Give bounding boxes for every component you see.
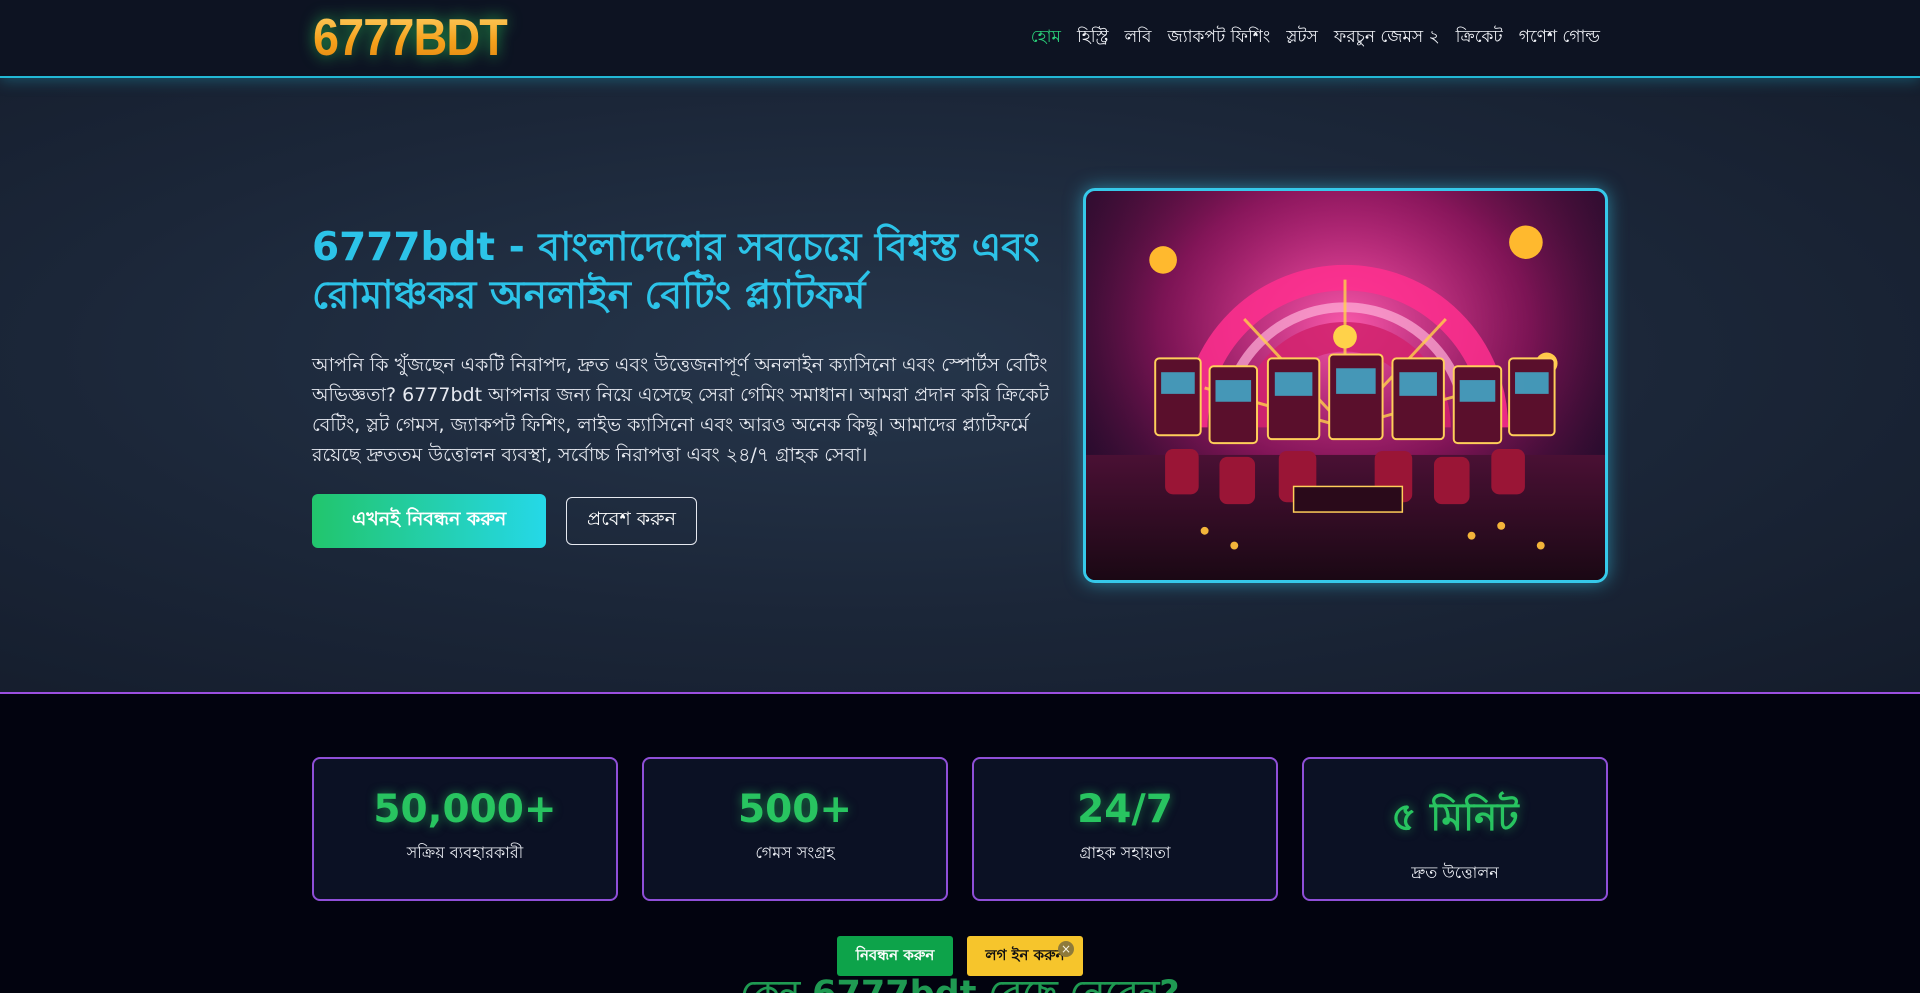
enter-button[interactable]: প্রবেশ করুন	[566, 497, 697, 545]
casino-hero-image	[1083, 188, 1608, 583]
nav-item-history[interactable]: হিস্ট্রি	[1077, 24, 1109, 52]
hero-title: 6777bdt - বাংলাদেশের সবচেয়ে বিশ্বস্ত এব…	[312, 225, 1040, 318]
nav-item-fortune-gems-2[interactable]: ফরচুন জেমস ২	[1334, 24, 1440, 52]
hero-description: আপনি কি খুঁজছেন একটি নিরাপদ, দ্রুত এবং উ…	[312, 354, 1050, 466]
main-nav: হোম হিস্ট্রি লবি জ্যাকপট ফিশিং স্লটস ফরচ…	[1031, 24, 1600, 52]
close-icon[interactable]: ×	[1058, 941, 1074, 957]
stat-card-users: 50,000+ সক্রিয় ব্যবহারকারী	[312, 757, 618, 901]
casino-illustration	[1086, 191, 1605, 580]
stat-card-withdrawal: ৫ মিনিট দ্রুত উত্তোলন	[1302, 757, 1608, 901]
stat-value: ৫ মিনিট	[1391, 795, 1519, 840]
stat-label: দ্রুত উত্তোলন	[1411, 863, 1499, 882]
stat-value: 500+	[737, 787, 853, 832]
stat-label: গ্রাহক সহায়তা	[1079, 843, 1171, 862]
stat-value: 24/7	[1077, 787, 1173, 832]
register-now-button[interactable]: এখনই নিবন্ধন করুন	[312, 494, 546, 548]
nav-item-cricket[interactable]: ক্রিকেট	[1456, 24, 1503, 52]
stat-label: সক্রিয় ব্যবহারকারী	[406, 843, 524, 862]
stat-label: গেমস সংগ্রহ	[755, 843, 835, 862]
site-header: 6777BDT হোম হিস্ট্রি লবি জ্যাকপট ফিশিং স…	[0, 0, 1920, 78]
nav-item-lobby[interactable]: লবি	[1124, 24, 1151, 52]
nav-item-jackpot-fishing[interactable]: জ্যাকপট ফিশিং	[1167, 24, 1270, 52]
nav-item-slots[interactable]: স্লটস	[1286, 24, 1318, 52]
site-logo[interactable]: 6777BDT	[313, 8, 508, 68]
stat-card-support: 24/7 গ্রাহক সহায়তা	[972, 757, 1278, 901]
nav-item-home[interactable]: হোম	[1031, 24, 1061, 52]
why-choose-title: কেন 6777bdt বেছে নেবেন?	[0, 966, 1920, 993]
stat-card-games: 500+ গেমস সংগ্রহ	[642, 757, 948, 901]
hero-section: 6777bdt - বাংলাদেশের সবচেয়ে বিশ্বস্ত এব…	[0, 78, 1920, 694]
floating-register-button[interactable]: নিবন্ধন করুন	[837, 936, 953, 976]
nav-item-ganesh-gold[interactable]: গণেশ গোল্ড	[1519, 24, 1600, 52]
stat-value: 50,000+	[373, 787, 557, 832]
